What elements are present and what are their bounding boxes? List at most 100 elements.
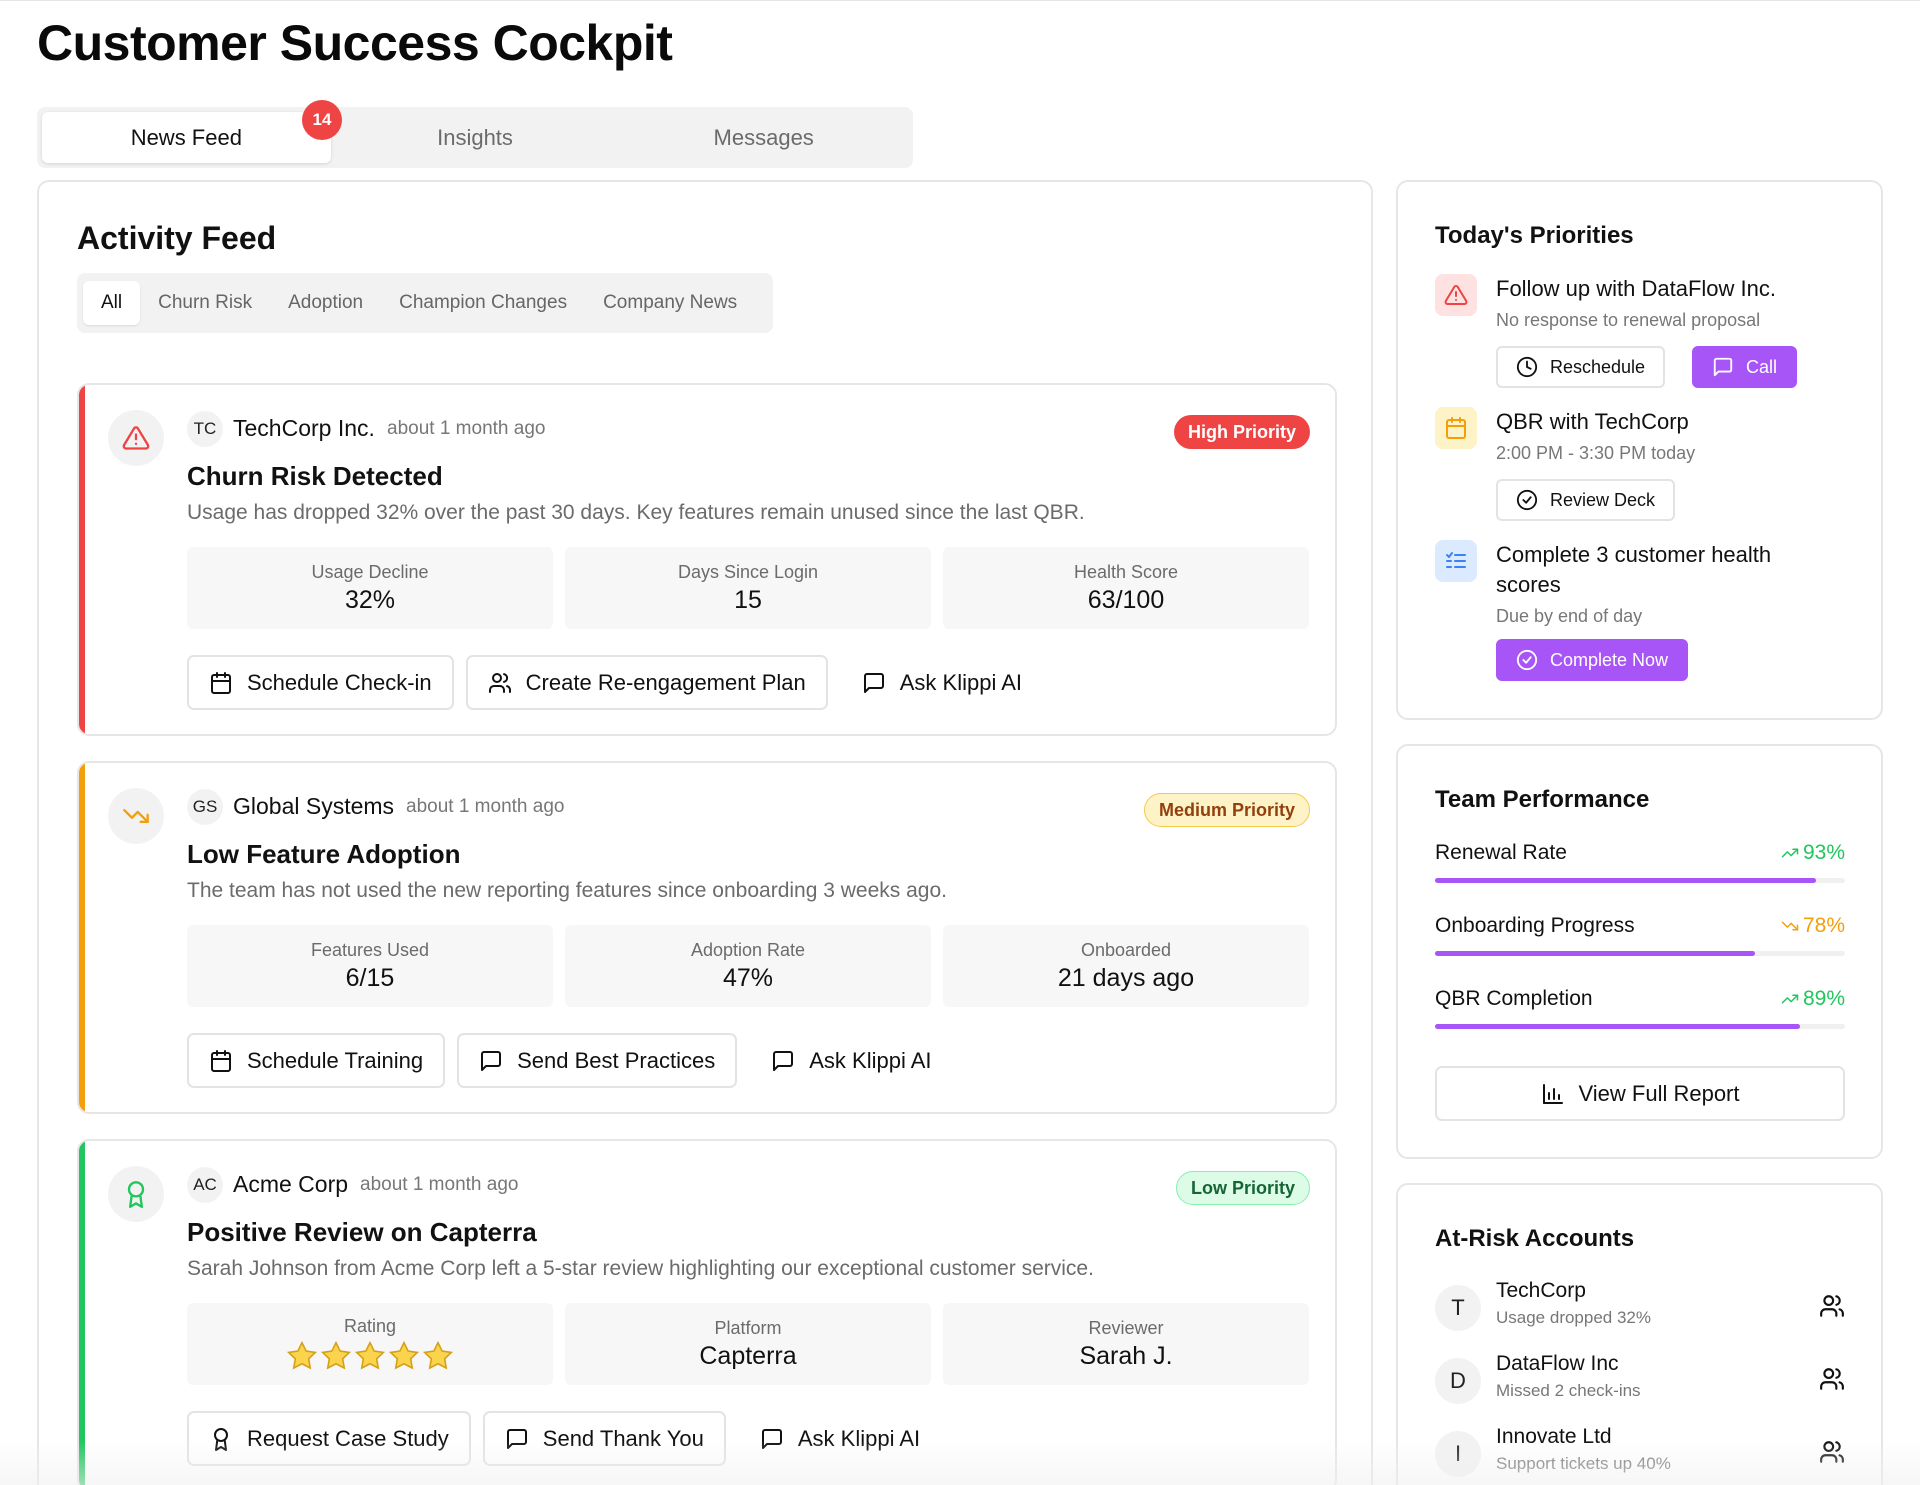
calendar-icon xyxy=(1435,407,1477,449)
item-actions: Schedule Check-in Create Re-engagement P… xyxy=(187,655,1045,710)
call-button[interactable]: Call xyxy=(1692,346,1798,388)
stat-value: 47% xyxy=(722,963,774,992)
at-risk-account-item[interactable]: D DataFlow Inc Missed 2 check-ins xyxy=(1435,1352,1845,1408)
item-stats: Rating Platform Capterra Reviewer Sarah … xyxy=(187,1303,1309,1385)
priority-badge: Medium Priority xyxy=(1143,793,1310,827)
at-risk-account-item[interactable]: I Innovate Ltd Support tickets up 40% xyxy=(1435,1425,1845,1481)
filter-company-news[interactable]: Company News xyxy=(585,281,755,325)
team-performance-panel: Team Performance Renewal Rate 93% Onboar… xyxy=(1396,744,1883,1159)
send-thank-you-button[interactable]: Send Thank You xyxy=(482,1411,726,1466)
metric-label: Onboarding Progress xyxy=(1435,914,1635,937)
request-case-study-button[interactable]: Request Case Study xyxy=(187,1411,471,1466)
complete-now-button[interactable]: Complete Now xyxy=(1496,639,1689,681)
stat-value: 32% xyxy=(344,585,396,614)
stat-value: 21 days ago xyxy=(1057,963,1195,992)
button-label: Create Re-engagement Plan xyxy=(525,669,806,695)
account-avatar: I xyxy=(1435,1431,1481,1477)
trending-up-icon xyxy=(1781,994,1799,1004)
button-label: Ask Klippi AI xyxy=(899,669,1023,695)
company-avatar: TC xyxy=(187,411,223,447)
review-deck-button[interactable]: Review Deck xyxy=(1496,479,1676,521)
progress-fill xyxy=(1435,878,1817,883)
at-risk-account-item[interactable]: T TechCorp Usage dropped 32% xyxy=(1435,1279,1845,1335)
button-label: Ask Klippi AI xyxy=(809,1047,932,1073)
account-avatar: T xyxy=(1435,1285,1481,1331)
message-square-icon xyxy=(863,672,884,693)
main-tabs: News Feed Insights Messages xyxy=(37,107,913,168)
trending-up-icon xyxy=(1781,848,1799,858)
stat-reviewer: Reviewer Sarah J. xyxy=(943,1303,1309,1385)
priority-title: Follow up with DataFlow Inc. xyxy=(1496,276,1776,301)
company-name[interactable]: TechCorp Inc. xyxy=(233,415,375,442)
company-name[interactable]: Acme Corp xyxy=(233,1171,348,1198)
item-headline: Low Feature Adoption xyxy=(187,839,461,869)
metric-percent: 93% xyxy=(1802,841,1845,864)
todays-priorities-panel: Today's Priorities Follow up with DataFl… xyxy=(1396,180,1883,720)
timestamp: about 1 month ago xyxy=(387,418,546,439)
metric-label: Renewal Rate xyxy=(1435,841,1567,864)
tab-insights[interactable]: Insights xyxy=(331,112,620,163)
filter-churn-risk[interactable]: Churn Risk xyxy=(140,281,270,325)
reschedule-button[interactable]: Reschedule xyxy=(1496,346,1666,388)
users-icon[interactable] xyxy=(1819,1439,1845,1465)
account-detail: Missed 2 check-ins xyxy=(1496,1381,1641,1400)
schedule-training-button[interactable]: Schedule Training xyxy=(187,1033,446,1088)
priority-subtitle: Due by end of day xyxy=(1496,606,1643,626)
users-icon[interactable] xyxy=(1819,1293,1845,1319)
company-name[interactable]: Global Systems xyxy=(233,793,394,820)
window-top-border xyxy=(0,0,1920,4)
priority-title: QBR with TechCorp xyxy=(1496,409,1689,434)
metric-percent: 89% xyxy=(1802,987,1845,1010)
account-detail: Support tickets up 40% xyxy=(1496,1454,1671,1473)
tab-messages[interactable]: Messages xyxy=(619,112,908,163)
filter-champion-changes[interactable]: Champion Changes xyxy=(381,281,585,325)
page-title: Customer Success Cockpit xyxy=(37,15,673,71)
view-full-report-button[interactable]: View Full Report xyxy=(1435,1066,1845,1121)
message-square-icon xyxy=(761,1428,782,1449)
stat-value: 63/100 xyxy=(1087,585,1165,614)
schedule-check-in-button[interactable]: Schedule Check-in xyxy=(187,655,454,710)
metric-qbr-completion: QBR Completion 89% xyxy=(1435,987,1845,1032)
stat-label: Reviewer xyxy=(1088,1317,1164,1338)
progress-track xyxy=(1435,878,1845,883)
filter-adoption[interactable]: Adoption xyxy=(270,281,381,325)
send-best-practices-button[interactable]: Send Best Practices xyxy=(457,1033,738,1088)
button-label: Complete Now xyxy=(1550,649,1669,670)
at-risk-title: At-Risk Accounts xyxy=(1435,1225,1635,1252)
priorities-title: Today's Priorities xyxy=(1435,222,1634,249)
activity-feed-title: Activity Feed xyxy=(77,220,277,256)
ask-klippi-ai-button[interactable]: Ask Klippi AI xyxy=(839,655,1045,710)
stat-label: Usage Decline xyxy=(311,561,429,582)
filter-all[interactable]: All xyxy=(83,281,141,325)
message-square-icon xyxy=(1713,357,1733,377)
item-description: Sarah Johnson from Acme Corp left a 5-st… xyxy=(187,1257,1094,1280)
users-icon[interactable] xyxy=(1819,1366,1845,1392)
item-actions: Request Case Study Send Thank You Ask Kl… xyxy=(187,1411,943,1466)
metric-label: QBR Completion xyxy=(1435,987,1593,1010)
stat-value: 15 xyxy=(734,585,762,614)
timestamp: about 1 month ago xyxy=(406,796,565,817)
trending-down-icon xyxy=(1781,921,1799,931)
company-avatar: GS xyxy=(187,789,223,825)
stat-label: Onboarded xyxy=(1080,939,1172,960)
priority-item: Complete 3 customer health scores Due by… xyxy=(1435,540,1855,690)
star-icon xyxy=(354,1340,386,1370)
create-re-engagement-plan-button[interactable]: Create Re-engagement Plan xyxy=(465,655,828,710)
stat-usage-decline: Usage Decline 32% xyxy=(187,547,553,629)
alert-triangle-icon xyxy=(1435,274,1477,316)
message-square-icon xyxy=(773,1050,794,1071)
ask-klippi-ai-button[interactable]: Ask Klippi AI xyxy=(749,1033,954,1088)
check-circle-icon xyxy=(1516,489,1538,511)
metric-value: 93% xyxy=(1781,841,1845,865)
bar-chart-icon xyxy=(1542,1083,1563,1104)
alert-triangle-icon xyxy=(108,410,164,466)
priority-badge: Low Priority xyxy=(1175,1171,1310,1205)
button-label: Ask Klippi AI xyxy=(797,1425,921,1451)
button-label: View Full Report xyxy=(1578,1080,1740,1106)
stat-label: Rating xyxy=(343,1316,397,1336)
ask-klippi-ai-button[interactable]: Ask Klippi AI xyxy=(737,1411,943,1466)
metric-renewal-rate: Renewal Rate 93% xyxy=(1435,841,1845,886)
tab-news-feed[interactable]: News Feed xyxy=(42,112,331,163)
stat-label: Days Since Login xyxy=(677,561,819,582)
button-label: Schedule Check-in xyxy=(247,669,432,695)
